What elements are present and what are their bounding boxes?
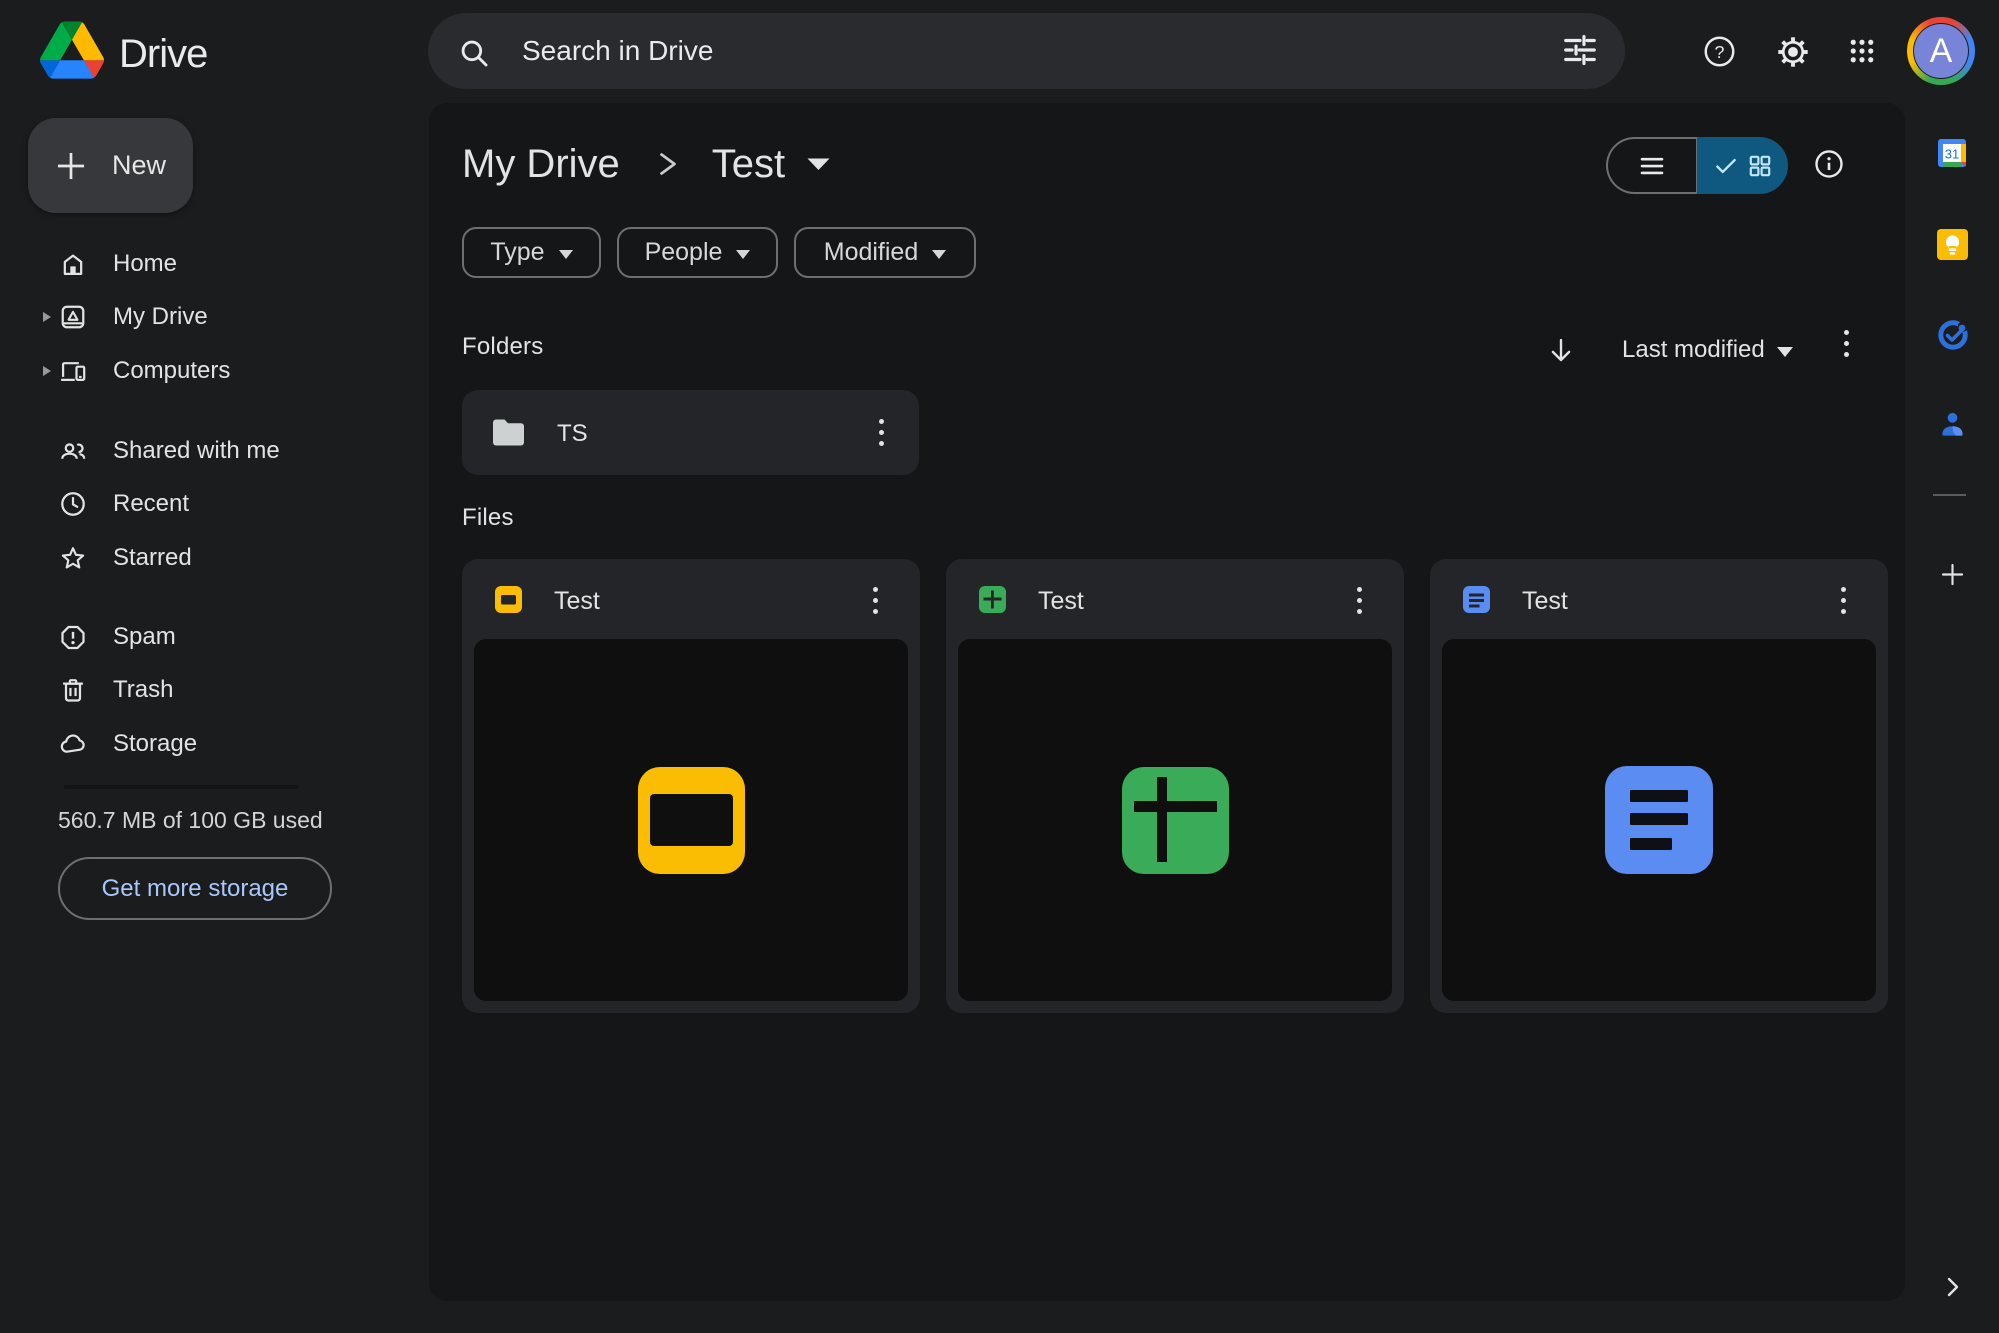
svg-text:?: ? <box>1715 42 1725 62</box>
svg-text:31: 31 <box>1945 147 1959 162</box>
